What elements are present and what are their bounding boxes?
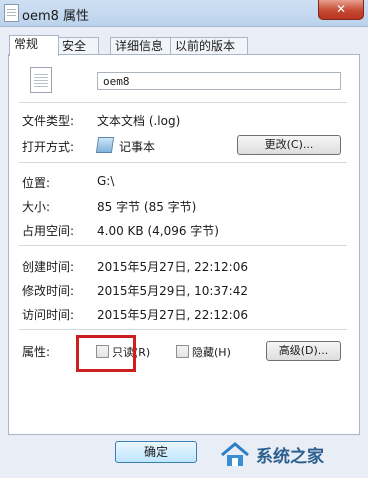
divider [19, 245, 347, 246]
size-on-disk-value: 4.00 KB (4,096 字节) [97, 224, 219, 238]
filename-input[interactable]: oem8 [97, 72, 341, 90]
modified-value: 2015年5月29日, 10:37:42 [97, 284, 248, 298]
general-panel: oem8 文件类型: 文本文档 (.log) 打开方式: 记事本 更改(C)..… [8, 54, 360, 435]
divider [19, 329, 347, 330]
divider [19, 162, 347, 163]
tab-general[interactable]: 常规 [9, 35, 59, 56]
watermark: 系统之家 [214, 432, 368, 478]
accessed-label: 访问时间: [22, 308, 75, 322]
size-value: 85 字节 (85 字节) [97, 200, 197, 214]
document-icon [4, 4, 19, 22]
properties-window: oem8 属性 ✕ 常规 安全 详细信息 以前的版本 oem8 文件类型: 文本… [0, 0, 368, 478]
location-label: 位置: [22, 176, 51, 190]
size-on-disk-label: 占用空间: [22, 224, 75, 238]
file-type-label: 文件类型: [22, 114, 75, 128]
attributes-label: 属性: [22, 345, 51, 359]
ok-button[interactable]: 确定 [115, 441, 197, 463]
watermark-text: 系统之家 [256, 447, 324, 467]
advanced-button[interactable]: 高级(D)... [266, 341, 341, 361]
tab-security[interactable]: 安全 [57, 37, 99, 55]
opens-with-value: 记事本 [119, 140, 156, 154]
opens-with-label: 打开方式: [22, 140, 75, 154]
tab-details[interactable]: 详细信息 [110, 37, 176, 55]
notepad-icon [95, 137, 115, 153]
text-file-icon [30, 67, 52, 93]
accessed-value: 2015年5月27日, 22:12:06 [97, 308, 248, 322]
readonly-highlight-box [76, 335, 136, 372]
house-logo-icon [221, 442, 249, 466]
tab-previous-versions[interactable]: 以前的版本 [170, 37, 248, 55]
modified-label: 修改时间: [22, 284, 75, 298]
close-button[interactable]: ✕ [318, 0, 364, 20]
change-button[interactable]: 更改(C)... [237, 135, 341, 155]
window-title: oem8 属性 [22, 9, 90, 24]
hidden-checkbox[interactable] [176, 345, 189, 358]
file-type-value: 文本文档 (.log) [97, 114, 181, 128]
created-label: 创建时间: [22, 260, 75, 274]
size-label: 大小: [22, 200, 51, 214]
created-value: 2015年5月27日, 22:12:06 [97, 260, 248, 274]
title-bar[interactable]: oem8 属性 ✕ [0, 0, 368, 27]
location-value: G:\ [97, 174, 115, 188]
hidden-label[interactable]: 隐藏(H) [192, 344, 231, 360]
divider [19, 102, 347, 103]
